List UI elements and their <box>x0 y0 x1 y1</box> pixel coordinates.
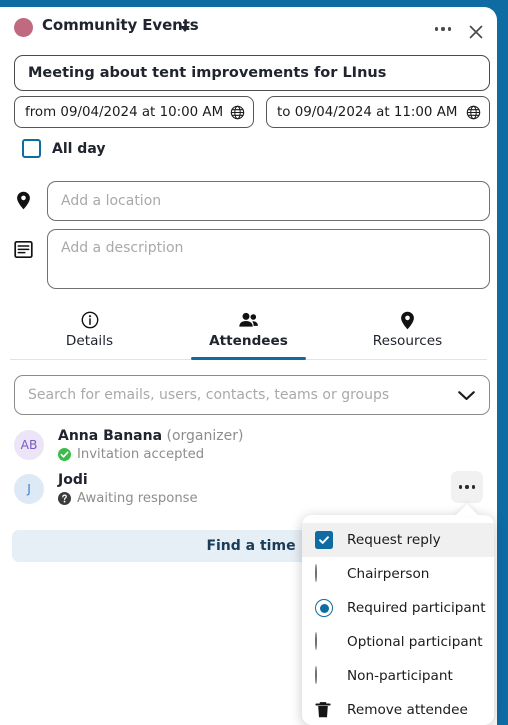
tab-resources-label: Resources <box>372 333 443 349</box>
end-datetime-text: to 09/04/2024 at 11:00 AM <box>277 104 458 120</box>
attendee-status-line: Awaiting response <box>58 491 198 506</box>
tab-details-label: Details <box>65 333 114 349</box>
description-icon <box>14 240 33 263</box>
attendee-row-organizer[interactable]: AB Anna Banana (organizer) Invitation ac… <box>0 423 497 467</box>
checkbox-checked-icon[interactable] <box>315 531 333 549</box>
date-range-row: from 09/04/2024 at 10:00 AM to 09/04/202… <box>14 96 490 128</box>
info-icon <box>81 309 99 331</box>
attendee-search-input[interactable] <box>28 387 451 403</box>
event-title-input[interactable] <box>14 55 490 91</box>
radio-unchecked-icon[interactable] <box>315 666 333 685</box>
calendar-name: Community Events <box>42 16 199 34</box>
event-editor-panel: Community Events from 09/04/2024 at 10:0… <box>0 7 497 725</box>
attendee-search-box[interactable] <box>14 375 490 415</box>
tab-attendees-label: Attendees <box>209 333 288 349</box>
map-pin-icon <box>16 191 31 214</box>
attendee-status: Invitation accepted <box>77 447 205 462</box>
dot <box>434 27 439 31</box>
dot <box>465 485 469 489</box>
location-input[interactable] <box>47 181 490 221</box>
panel-more-button[interactable] <box>431 22 455 36</box>
attendee-info: Anna Banana (organizer) Invitation accep… <box>58 428 243 462</box>
attendee-status: Awaiting response <box>77 491 198 506</box>
all-day-row[interactable]: All day <box>22 139 105 158</box>
start-datetime-text: from 09/04/2024 at 10:00 AM <box>25 104 224 120</box>
dot <box>441 27 445 31</box>
menu-pointer-arrow <box>455 504 479 516</box>
menu-item-remove-attendee[interactable]: Remove attendee <box>302 693 494 725</box>
tab-details[interactable]: Details <box>10 304 169 359</box>
all-day-label: All day <box>52 140 106 157</box>
globe-icon[interactable] <box>466 105 481 120</box>
attendee-list: AB Anna Banana (organizer) Invitation ac… <box>0 423 497 511</box>
menu-item-optional-participant[interactable]: Optional participant <box>302 625 494 659</box>
tab-attendees[interactable]: Attendees <box>169 304 328 361</box>
panel-header: Community Events <box>0 7 497 47</box>
menu-item-label: Non-participant <box>347 668 453 684</box>
menu-item-required-participant[interactable]: Required participant <box>302 591 494 625</box>
people-icon <box>238 309 259 331</box>
attendee-name-line: Jodi <box>58 472 198 489</box>
map-pin-icon <box>400 309 415 331</box>
question-circle-icon <box>58 492 71 505</box>
attendee-name: Jodi <box>58 472 88 488</box>
radio-checked-icon[interactable] <box>315 599 333 617</box>
attendee-name-line: Anna Banana (organizer) <box>58 428 243 445</box>
editor-tabs: Details Attendees Resources <box>10 304 487 361</box>
attendee-options-button[interactable] <box>451 471 483 503</box>
attendee-info: Jodi Awaiting response <box>58 472 198 506</box>
menu-item-label: Chairperson <box>347 566 430 582</box>
trash-icon <box>315 701 333 719</box>
description-input[interactable] <box>47 229 490 289</box>
attendee-options-menu: Request reply Chairperson Required parti… <box>302 515 494 725</box>
globe-icon[interactable] <box>230 105 245 120</box>
menu-item-label: Required participant <box>347 600 486 616</box>
menu-item-label: Remove attendee <box>347 702 468 718</box>
calendar-chevron-down-icon[interactable] <box>180 26 190 32</box>
start-datetime-field[interactable]: from 09/04/2024 at 10:00 AM <box>14 96 254 128</box>
menu-item-request-reply[interactable]: Request reply <box>302 523 494 557</box>
close-icon[interactable] <box>465 21 487 43</box>
end-datetime-field[interactable]: to 09/04/2024 at 11:00 AM <box>266 96 490 128</box>
menu-item-non-participant[interactable]: Non-participant <box>302 659 494 693</box>
menu-item-label: Request reply <box>347 532 441 548</box>
avatar: J <box>14 474 44 504</box>
attendee-role: (organizer) <box>166 428 244 444</box>
dot <box>471 485 476 489</box>
tab-resources[interactable]: Resources <box>328 304 487 359</box>
chevron-down-icon[interactable] <box>457 389 476 402</box>
avatar: AB <box>14 430 44 460</box>
attendee-status-line: Invitation accepted <box>58 447 243 462</box>
radio-unchecked-icon[interactable] <box>315 564 333 583</box>
radio-unchecked-icon[interactable] <box>315 632 333 651</box>
menu-item-label: Optional participant <box>347 634 483 650</box>
menu-item-chairperson[interactable]: Chairperson <box>302 557 494 591</box>
attendee-name: Anna Banana <box>58 428 163 444</box>
attendee-row-jodi[interactable]: J Jodi Awaiting response <box>0 467 497 511</box>
check-circle-icon <box>58 448 71 461</box>
dot <box>458 485 463 489</box>
dot <box>447 27 452 31</box>
all-day-checkbox[interactable] <box>22 139 41 158</box>
calendar-color-dot <box>14 18 33 37</box>
